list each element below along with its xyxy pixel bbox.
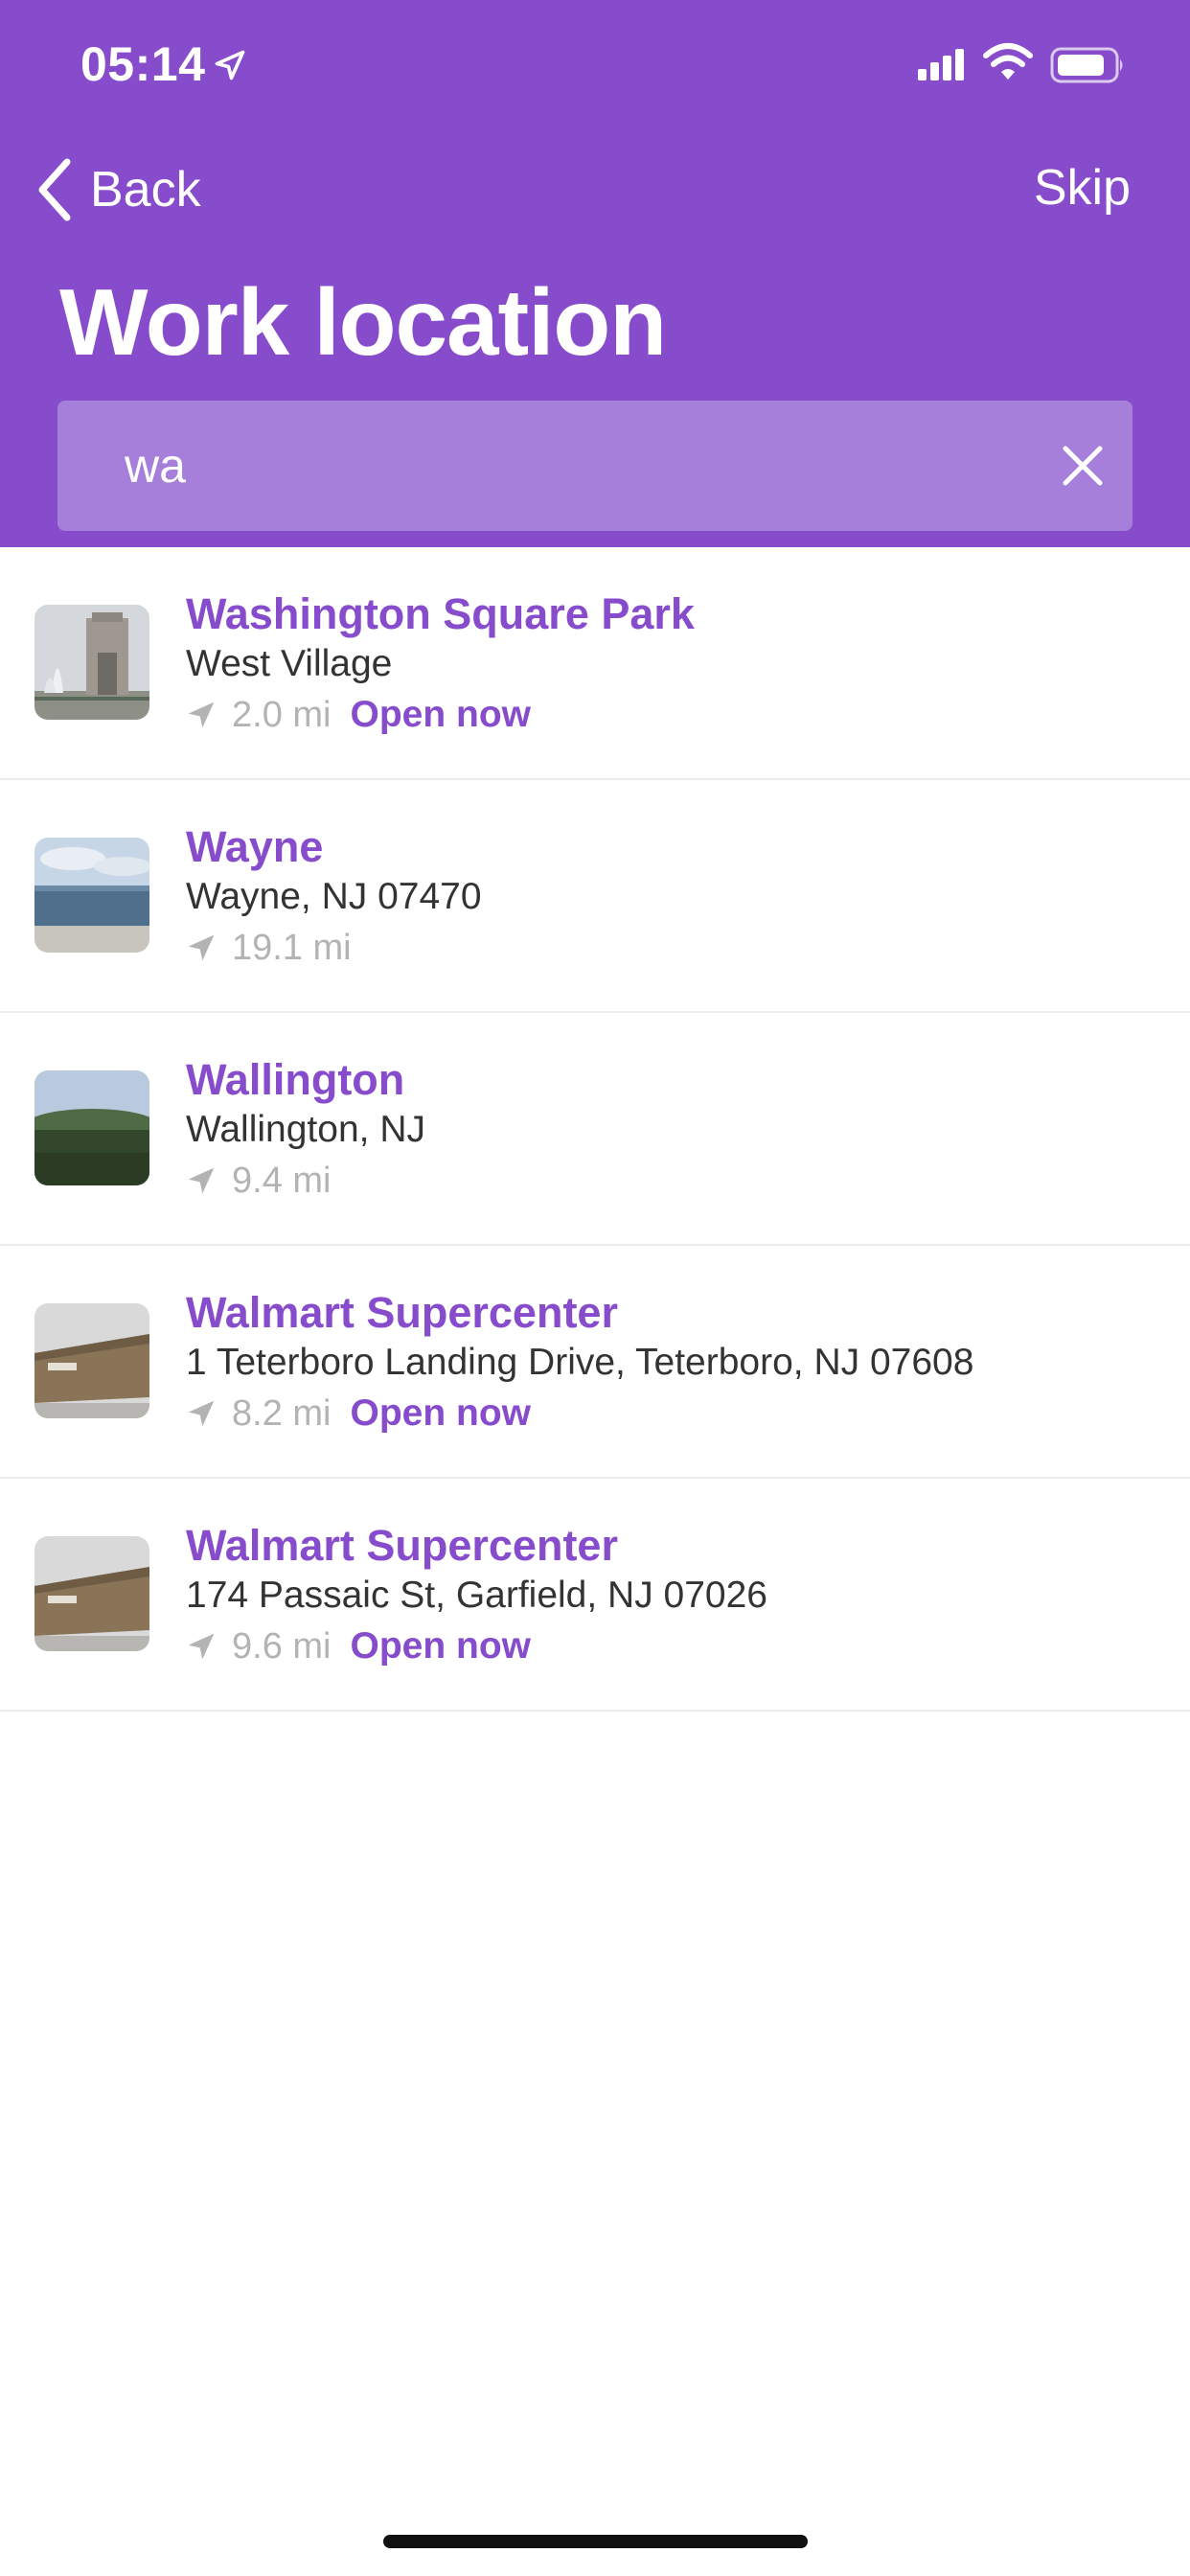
- location-arrow-icon: [188, 934, 215, 961]
- place-address: 174 Passaic St, Garfield, NJ 07026: [186, 1575, 767, 1616]
- list-item[interactable]: Walmart Supercenter 174 Passaic St, Garf…: [0, 1479, 1190, 1712]
- place-name: Wayne: [186, 822, 324, 871]
- place-meta: 9.6 mi Open now: [186, 1622, 531, 1670]
- place-thumbnail: [34, 1536, 149, 1651]
- place-thumbnail: [34, 1070, 149, 1185]
- place-name: Wallington: [186, 1055, 405, 1104]
- place-open-status: Open now: [350, 1625, 531, 1667]
- place-thumbnail: [34, 605, 149, 720]
- place-open-status: Open now: [350, 1392, 531, 1434]
- place-name: Walmart Supercenter: [186, 1521, 618, 1570]
- home-indicator[interactable]: [383, 2535, 808, 2548]
- place-name: Walmart Supercenter: [186, 1288, 618, 1337]
- place-meta: 8.2 mi Open now: [186, 1390, 531, 1438]
- place-meta: 19.1 mi: [186, 924, 371, 972]
- place-distance: 19.1 mi: [232, 927, 352, 968]
- location-arrow-icon: [188, 1400, 215, 1427]
- search-box: [57, 401, 1133, 531]
- location-arrow-icon: [188, 702, 215, 728]
- signal-icon: [918, 49, 964, 80]
- page-title: Work location: [59, 269, 667, 375]
- place-address: West Village: [186, 643, 393, 684]
- place-name: Washington Square Park: [186, 589, 695, 638]
- status-bar: 05:14: [0, 0, 1190, 134]
- back-chevron-icon: [38, 158, 71, 221]
- list-item[interactable]: Wayne Wayne, NJ 07470 19.1 mi: [0, 780, 1190, 1013]
- close-icon[interactable]: [1062, 445, 1104, 487]
- results-list: Washington Square Park West Village 2.0 …: [0, 547, 1190, 1712]
- list-item[interactable]: Wallington Wallington, NJ 9.4 mi: [0, 1013, 1190, 1246]
- place-distance: 2.0 mi: [232, 694, 332, 735]
- place-meta: 9.4 mi: [186, 1157, 350, 1205]
- place-address: Wayne, NJ 07470: [186, 876, 482, 917]
- screen: 05:14 Back Skip Work location wa Washing…: [0, 0, 1190, 2576]
- location-arrow-icon: [188, 1167, 215, 1194]
- wifi-icon: [983, 43, 1033, 80]
- skip-button[interactable]: Skip: [1034, 159, 1131, 217]
- list-item[interactable]: Washington Square Park West Village 2.0 …: [0, 547, 1190, 780]
- place-distance: 9.6 mi: [232, 1625, 332, 1667]
- place-meta: 2.0 mi Open now: [186, 691, 531, 739]
- location-arrow-icon: [215, 50, 245, 80]
- back-label: Back: [90, 162, 201, 218]
- list-item[interactable]: Walmart Supercenter 1 Teterboro Landing …: [0, 1246, 1190, 1479]
- place-address: 1 Teterboro Landing Drive, Teterboro, NJ…: [186, 1342, 974, 1383]
- place-distance: 9.4 mi: [232, 1160, 332, 1201]
- back-button[interactable]: Back: [34, 153, 201, 226]
- status-time: 05:14: [80, 37, 206, 91]
- place-open-status: Open now: [350, 694, 531, 735]
- header: 05:14 Back Skip Work location wa: [0, 0, 1190, 547]
- place-address: Wallington, NJ: [186, 1109, 425, 1150]
- search-input[interactable]: [125, 401, 987, 531]
- place-thumbnail: [34, 838, 149, 953]
- battery-icon: [1050, 47, 1123, 83]
- place-distance: 8.2 mi: [232, 1392, 332, 1434]
- location-arrow-icon: [188, 1633, 215, 1660]
- place-thumbnail: [34, 1303, 149, 1418]
